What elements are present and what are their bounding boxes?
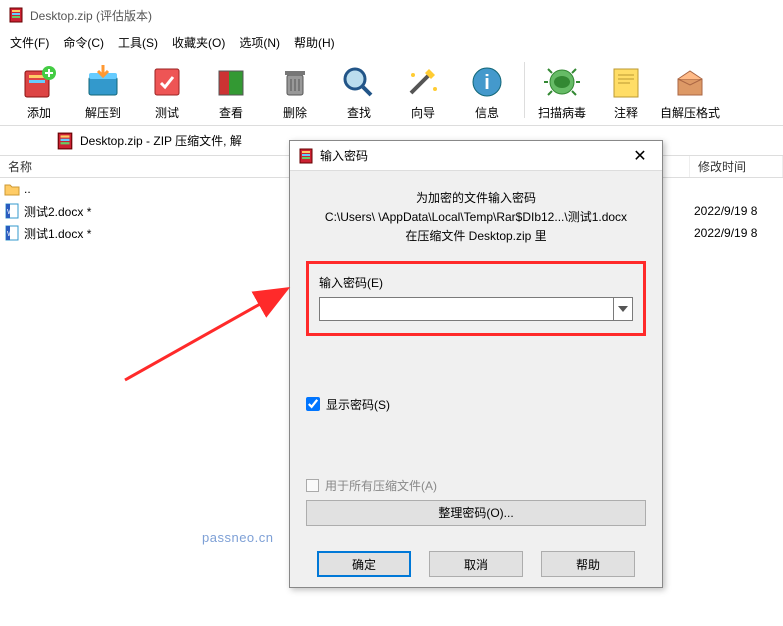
delete-icon [274, 62, 316, 102]
watermark: passneo.cn [202, 530, 274, 545]
col-modified[interactable]: 修改时间 [690, 156, 783, 177]
folder-up-icon [4, 181, 20, 197]
tool-label: 向导 [411, 104, 435, 121]
extract-icon [82, 62, 124, 102]
svg-text:i: i [484, 72, 490, 94]
dialog-title: 输入密码 [320, 147, 626, 164]
tool-label: 查找 [347, 104, 371, 121]
find-icon [338, 62, 380, 102]
comment-icon [605, 62, 647, 102]
menu-favorites[interactable]: 收藏夹(O) [166, 32, 231, 53]
password-input[interactable] [319, 297, 613, 321]
all-archives-label: 用于所有压缩文件(A) [325, 477, 437, 494]
docx-icon: W [4, 225, 20, 241]
ok-button[interactable]: 确定 [317, 551, 411, 577]
tool-label: 解压到 [85, 104, 121, 121]
menu-options[interactable]: 选项(N) [233, 32, 286, 53]
tool-wizard[interactable]: 向导 [392, 58, 454, 121]
menu-help[interactable]: 帮助(H) [288, 32, 341, 53]
file-name: 测试1.docx * [24, 225, 91, 242]
list-item-mod: 2022/9/19 8 [690, 222, 783, 244]
close-button[interactable]: ✕ [626, 146, 654, 166]
tool-add[interactable]: 添加 [8, 58, 70, 121]
test-icon [146, 62, 188, 102]
all-archives-box[interactable] [306, 479, 319, 492]
svg-text:W: W [7, 231, 14, 238]
tool-label: 删除 [283, 104, 307, 121]
password-label: 输入密码(E) [319, 274, 633, 291]
dialog-buttons: 确定 取消 帮助 [290, 551, 662, 577]
scan-icon [541, 62, 583, 102]
tool-find[interactable]: 查找 [328, 58, 390, 121]
tool-label: 查看 [219, 104, 243, 121]
all-archives-checkbox[interactable]: 用于所有压缩文件(A) [306, 477, 646, 494]
tool-label: 测试 [155, 104, 179, 121]
app-icon [8, 7, 24, 23]
sfx-icon [669, 62, 711, 102]
tool-test[interactable]: 测试 [136, 58, 198, 121]
show-password-label: 显示密码(S) [326, 396, 390, 413]
organize-passwords-button[interactable]: 整理密码(O)... [306, 500, 646, 526]
tool-label: 注释 [614, 104, 638, 121]
location-path[interactable]: Desktop.zip - ZIP 压缩文件, 解 [80, 132, 242, 149]
menubar: 文件(F) 命令(C) 工具(S) 收藏夹(O) 选项(N) 帮助(H) [0, 30, 783, 54]
tool-sfx[interactable]: 自解压格式 [659, 58, 721, 121]
list-item-mod [690, 178, 783, 200]
svg-text:W: W [7, 209, 14, 216]
password-combo [319, 297, 633, 321]
show-password-box[interactable] [306, 397, 320, 411]
menu-tools[interactable]: 工具(S) [112, 32, 164, 53]
password-field-highlight: 输入密码(E) [306, 261, 646, 336]
view-icon [210, 62, 252, 102]
add-icon [18, 62, 60, 102]
password-dialog: 输入密码 ✕ 为加密的文件输入密码 C:\Users\ \AppData\Loc… [289, 140, 663, 588]
menu-command[interactable]: 命令(C) [57, 32, 110, 53]
tool-comment[interactable]: 注释 [595, 58, 657, 121]
dialog-titlebar: 输入密码 ✕ [290, 141, 662, 171]
dialog-message: 为加密的文件输入密码 C:\Users\ \AppData\Local\Temp… [306, 183, 646, 259]
titlebar: Desktop.zip (评估版本) [0, 0, 783, 30]
tool-label: 扫描病毒 [538, 104, 586, 121]
annotation-arrow [120, 270, 300, 390]
docx-icon: W [4, 203, 20, 219]
tool-extract[interactable]: 解压到 [72, 58, 134, 121]
toolbar: 添加 解压到 测试 查看 删除 查找 向导 i 信息 扫描病毒 注释 自解压格式 [0, 54, 783, 126]
tool-view[interactable]: 查看 [200, 58, 262, 121]
tool-label: 添加 [27, 104, 51, 121]
window-title: Desktop.zip (评估版本) [30, 7, 152, 24]
tool-scan[interactable]: 扫描病毒 [531, 58, 593, 121]
list-item-mod: 2022/9/19 8 [690, 200, 783, 222]
menu-file[interactable]: 文件(F) [4, 32, 55, 53]
tool-delete[interactable]: 删除 [264, 58, 326, 121]
wizard-icon [402, 62, 444, 102]
tool-info[interactable]: i 信息 [456, 58, 518, 121]
info-icon: i [466, 62, 508, 102]
password-dropdown-button[interactable] [613, 297, 633, 321]
help-button[interactable]: 帮助 [541, 551, 635, 577]
file-name: 测试2.docx * [24, 203, 91, 220]
archive-icon [56, 132, 74, 150]
tool-label: 信息 [475, 104, 499, 121]
file-name: .. [24, 182, 31, 196]
cancel-button[interactable]: 取消 [429, 551, 523, 577]
toolbar-separator [524, 62, 525, 118]
app-icon [298, 148, 314, 164]
show-password-checkbox[interactable]: 显示密码(S) [306, 396, 646, 413]
tool-label: 自解压格式 [660, 104, 720, 121]
